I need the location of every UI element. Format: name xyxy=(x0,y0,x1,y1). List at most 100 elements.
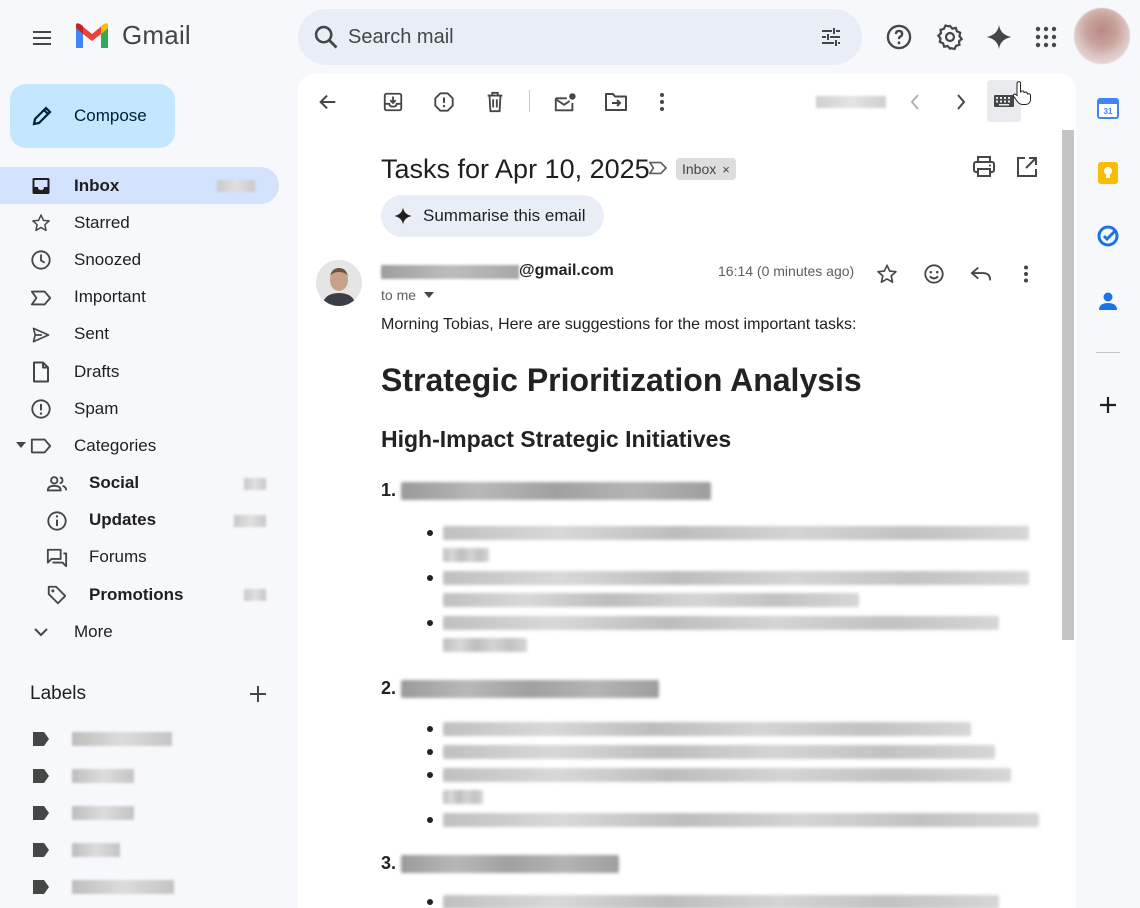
account-avatar[interactable] xyxy=(1074,8,1130,64)
bullet xyxy=(427,817,433,823)
people-icon xyxy=(46,473,68,495)
move-to-icon[interactable] xyxy=(600,86,632,118)
chip-label: Inbox xyxy=(682,161,717,177)
more-options-icon[interactable] xyxy=(646,86,678,118)
sidebar-item-drafts[interactable]: Drafts xyxy=(0,353,290,390)
label-tag-icon xyxy=(33,806,49,820)
add-label-icon[interactable] xyxy=(244,680,272,708)
gemini-sparkle-icon[interactable] xyxy=(979,17,1019,57)
unread-count xyxy=(217,180,255,192)
search-options-icon[interactable] xyxy=(818,25,844,49)
label-tag-icon xyxy=(33,732,49,746)
sidebar-item-promotions[interactable]: Promotions xyxy=(0,576,290,613)
gmail-logo[interactable]: Gmail xyxy=(74,20,191,51)
sidebar-item-updates[interactable]: Updates xyxy=(0,502,290,539)
sidebar-item-more[interactable]: More xyxy=(0,613,290,650)
mouse-cursor-hand-icon xyxy=(1012,81,1032,105)
help-icon[interactable] xyxy=(879,17,919,57)
star-icon[interactable] xyxy=(873,260,901,288)
user-label-item[interactable] xyxy=(32,839,120,861)
search-input[interactable] xyxy=(348,23,788,51)
add-addon-plus-icon[interactable] xyxy=(1094,391,1122,419)
delete-trash-icon[interactable] xyxy=(479,86,511,118)
older-chevron-right-icon[interactable] xyxy=(945,86,977,118)
contacts-icon[interactable] xyxy=(1094,287,1122,315)
sidebar-item-label: Promotions xyxy=(89,584,184,604)
email-subject: Tasks for Apr 10, 2025 xyxy=(381,154,650,184)
sender-email: @gmail.com xyxy=(519,262,614,279)
inbox-label-chip[interactable]: Inbox × xyxy=(676,158,736,180)
label-icon xyxy=(30,435,52,457)
search-icon[interactable] xyxy=(312,23,340,51)
user-label-item[interactable] xyxy=(32,728,172,750)
keep-notes-icon[interactable] xyxy=(1094,159,1122,187)
redacted-text-line xyxy=(443,548,489,562)
open-new-window-icon[interactable] xyxy=(1016,156,1038,178)
back-arrow-icon[interactable] xyxy=(312,86,344,118)
sidebar-item-inbox[interactable]: Inbox xyxy=(0,167,279,205)
email-toolbar xyxy=(298,74,1076,130)
sidebar-item-spam[interactable]: Spam xyxy=(0,390,290,427)
sidebar-item-forums[interactable]: Forums xyxy=(0,539,290,576)
clock-icon xyxy=(30,249,52,271)
user-label-item[interactable] xyxy=(32,765,134,787)
sidebar-item-snoozed[interactable]: Snoozed xyxy=(0,241,290,278)
calendar-icon[interactable]: 31 xyxy=(1094,94,1122,122)
redacted-text-line xyxy=(443,593,859,607)
label-name-redacted xyxy=(72,880,174,894)
caret-down-icon[interactable] xyxy=(424,292,435,298)
redacted-text-line xyxy=(443,895,999,908)
remove-label-x[interactable]: × xyxy=(722,162,730,177)
sidebar-item-categories[interactable]: Categories xyxy=(0,427,290,464)
send-icon xyxy=(30,324,52,346)
sender-avatar[interactable] xyxy=(316,260,362,306)
mark-unread-icon[interactable] xyxy=(549,86,581,118)
caret-down-icon[interactable] xyxy=(16,441,26,449)
user-label-item[interactable] xyxy=(32,802,134,824)
gmail-m-icon xyxy=(76,22,108,48)
list-number: 1. xyxy=(381,480,397,500)
redacted-text-line xyxy=(443,571,1029,585)
label-name-redacted xyxy=(72,806,134,820)
apps-grid-icon[interactable] xyxy=(1026,17,1066,57)
settings-gear-icon[interactable] xyxy=(930,17,970,57)
sidebar-item-important[interactable]: Important xyxy=(0,279,290,316)
list-item-title-redacted xyxy=(401,680,659,698)
sidebar-item-label: Spam xyxy=(74,398,119,418)
importance-marker-icon[interactable] xyxy=(648,160,668,176)
unread-count xyxy=(244,477,266,490)
sidebar-item-sent[interactable]: Sent xyxy=(0,316,290,353)
recipient-details[interactable]: to me xyxy=(381,287,435,303)
inbox-icon xyxy=(30,175,52,197)
user-label-item[interactable] xyxy=(32,876,174,898)
pencil-icon xyxy=(32,106,52,126)
summarise-email-button[interactable]: Summarise this email xyxy=(381,195,604,237)
sidebar-item-starred[interactable]: Starred xyxy=(0,204,290,241)
reply-arrow-icon[interactable] xyxy=(967,260,995,288)
redacted-text-line xyxy=(443,722,971,736)
email-scrollbar[interactable] xyxy=(1062,130,1074,640)
message-more-options-icon[interactable] xyxy=(1012,260,1040,288)
email-greeting: Morning Tobias, Here are suggestions for… xyxy=(381,316,857,333)
tasks-icon[interactable] xyxy=(1094,222,1122,250)
sidebar-item-social[interactable]: Social xyxy=(0,465,290,502)
label-tag-icon xyxy=(33,880,49,894)
sender-name-redacted xyxy=(381,265,519,279)
report-spam-icon[interactable] xyxy=(428,86,460,118)
search-bar[interactable] xyxy=(298,9,862,65)
summarise-label: Summarise this email xyxy=(423,206,586,225)
unread-count xyxy=(244,589,266,602)
gemini-sparkle-icon xyxy=(394,207,412,225)
bullet xyxy=(427,575,433,581)
main-menu-icon[interactable] xyxy=(22,18,62,58)
compose-button[interactable]: Compose xyxy=(10,84,175,148)
print-icon[interactable] xyxy=(972,156,996,178)
archive-icon[interactable] xyxy=(377,86,409,118)
emoji-reaction-icon[interactable] xyxy=(920,260,948,288)
email-timestamp: 16:14 (0 minutes ago) xyxy=(718,263,855,279)
sidebar-item-label: Updates xyxy=(89,510,157,530)
bullet xyxy=(427,530,433,536)
recipient-label: to me xyxy=(381,287,417,303)
redacted-text-line xyxy=(443,768,1011,782)
newer-chevron-left-icon[interactable] xyxy=(899,86,931,118)
